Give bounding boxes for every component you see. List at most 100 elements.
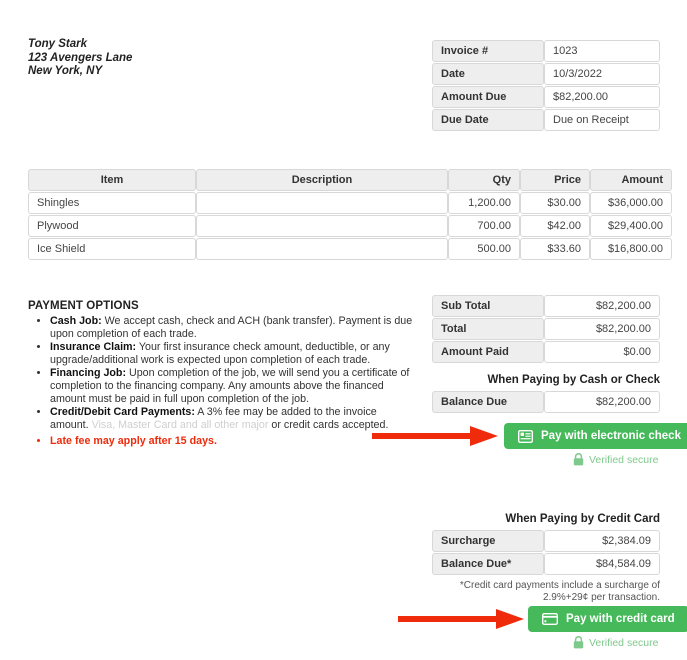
cell-description: [196, 238, 448, 260]
list-item: Credit/Debit Card Payments: A 3% fee may…: [50, 406, 413, 431]
verified-secure-echeck: Verified secure: [573, 453, 658, 466]
column-header-amount: Amount: [590, 169, 672, 191]
payment-options-list: Cash Job: We accept cash, check and ACH …: [28, 315, 413, 448]
invoice-date-value: 10/3/2022: [544, 63, 660, 85]
bill-to-block: Tony Stark 123 Avengers Lane New York, N…: [28, 38, 132, 79]
credit-card-heading: When Paying by Credit Card: [505, 513, 660, 525]
table-row: Ice Shield 500.00 $33.60 $16,800.00: [28, 238, 672, 260]
pay-with-credit-card-label: Pay with credit card: [566, 613, 675, 625]
balance-due-value: $82,200.00: [544, 391, 660, 413]
card-balance-due-label: Balance Due*: [432, 553, 544, 575]
cell-item: Plywood: [28, 215, 196, 237]
table-row: Due Date Due on Receipt: [432, 109, 660, 131]
invoice-number-value: 1023: [544, 40, 660, 62]
totals-table: Sub Total $82,200.00 Total $82,200.00 Am…: [432, 294, 660, 364]
invoice-meta-block: Invoice # 1023 Date 10/3/2022 Amount Due…: [432, 39, 660, 132]
credit-card-icon: [542, 613, 558, 625]
cell-price: $30.00: [520, 192, 590, 214]
cell-price: $33.60: [520, 238, 590, 260]
column-header-description: Description: [196, 169, 448, 191]
verified-secure-label-echeck: Verified secure: [589, 453, 659, 466]
lock-icon: [573, 636, 584, 649]
column-header-item: Item: [28, 169, 196, 191]
arrow-right-annotation-card: [398, 609, 524, 629]
cell-price: $42.00: [520, 215, 590, 237]
table-row: Shingles 1,200.00 $30.00 $36,000.00: [28, 192, 672, 214]
table-row: Plywood 700.00 $42.00 $29,400.00: [28, 215, 672, 237]
list-item-late-fee: Late fee may apply after 15 days.: [50, 435, 413, 448]
cell-qty: 700.00: [448, 215, 520, 237]
bullet-term-financing-job: Financing Job:: [50, 367, 126, 380]
cash-or-check-heading: When Paying by Cash or Check: [487, 374, 660, 386]
verified-secure-card: Verified secure: [573, 636, 658, 649]
amount-paid-value: $0.00: [544, 341, 660, 363]
bullet-text-credit-debit-card-tail: or credit cards accepted.: [268, 418, 389, 431]
cell-item: Ice Shield: [28, 238, 196, 260]
credit-card-section: When Paying by Credit Card Surcharge $2,…: [432, 513, 660, 604]
bullet-text-cash-job: We accept cash, check and ACH (bank tran…: [50, 315, 413, 340]
amount-due-value: $82,200.00: [544, 86, 660, 108]
payment-options-heading: PAYMENT OPTIONS: [28, 300, 139, 312]
bill-to-name: Tony Stark: [28, 38, 88, 50]
invoice-date-label: Date: [432, 63, 544, 85]
table-row: Balance Due* $84,584.09: [432, 553, 660, 575]
sub-total-label: Sub Total: [432, 295, 544, 317]
list-item: Financing Job: Upon completion of the jo…: [50, 367, 413, 405]
cell-description: [196, 215, 448, 237]
bullet-text-credit-debit-card-faded: Visa, Master Card and all other major: [91, 418, 269, 431]
bullet-term-insurance-claim: Insurance Claim:: [50, 341, 137, 354]
due-date-label: Due Date: [432, 109, 544, 131]
bullet-term-cash-job: Cash Job:: [50, 315, 102, 327]
amount-paid-label: Amount Paid: [432, 341, 544, 363]
card-balance-due-value: $84,584.09: [544, 553, 660, 575]
column-header-price: Price: [520, 169, 590, 191]
arrow-right-annotation-echeck: [372, 426, 498, 446]
table-row: Balance Due $82,200.00: [432, 391, 660, 413]
cell-amount: $16,800.00: [590, 238, 672, 260]
electronic-check-icon: [518, 429, 533, 443]
cell-amount: $36,000.00: [590, 192, 672, 214]
surcharge-value: $2,384.09: [544, 530, 660, 552]
balance-due-label: Balance Due: [432, 391, 544, 413]
cell-amount: $29,400.00: [590, 215, 672, 237]
table-row: Surcharge $2,384.09: [432, 530, 660, 552]
verified-secure-label-card: Verified secure: [589, 636, 659, 649]
cell-qty: 500.00: [448, 238, 520, 260]
cell-item: Shingles: [28, 192, 196, 214]
pay-with-electronic-check-button[interactable]: Pay with electronic check: [504, 423, 687, 449]
line-items-table: Item Description Qty Price Amount Shingl…: [28, 168, 672, 261]
list-item: Cash Job: We accept cash, check and ACH …: [50, 315, 413, 340]
table-row: Total $82,200.00: [432, 318, 660, 340]
totals-block: Sub Total $82,200.00 Total $82,200.00 Am…: [432, 294, 660, 364]
amount-due-label: Amount Due: [432, 86, 544, 108]
cell-description: [196, 192, 448, 214]
list-item: Insurance Claim: Your first insurance ch…: [50, 341, 413, 366]
due-date-value: Due on Receipt: [544, 109, 660, 131]
table-row: Sub Total $82,200.00: [432, 295, 660, 317]
table-row: Invoice # 1023: [432, 40, 660, 62]
payment-options-block: PAYMENT OPTIONS Cash Job: We accept cash…: [28, 300, 413, 449]
pay-with-credit-card-button[interactable]: Pay with credit card: [528, 606, 687, 632]
total-label: Total: [432, 318, 544, 340]
table-header-row: Item Description Qty Price Amount: [28, 169, 672, 191]
surcharge-label: Surcharge: [432, 530, 544, 552]
credit-card-footnote-line-2: 2.9%+29¢ per transaction.: [542, 592, 660, 603]
bill-to-address-line-2: New York, NY: [28, 65, 103, 77]
cash-or-check-section: When Paying by Cash or Check Balance Due…: [432, 374, 660, 414]
credit-card-totals-table: Surcharge $2,384.09 Balance Due* $84,584…: [432, 529, 660, 576]
column-header-qty: Qty: [448, 169, 520, 191]
line-items-block: Item Description Qty Price Amount Shingl…: [28, 168, 672, 261]
cell-qty: 1,200.00: [448, 192, 520, 214]
lock-icon: [573, 453, 584, 466]
credit-card-footnote: *Credit card payments include a surcharg…: [432, 580, 660, 604]
table-row: Date 10/3/2022: [432, 63, 660, 85]
sub-total-value: $82,200.00: [544, 295, 660, 317]
bill-to-address-line-1: 123 Avengers Lane: [28, 51, 133, 64]
table-row: Amount Paid $0.00: [432, 341, 660, 363]
invoice-meta-table: Invoice # 1023 Date 10/3/2022 Amount Due…: [432, 39, 660, 132]
pay-with-electronic-check-label: Pay with electronic check: [541, 430, 681, 442]
credit-card-footnote-line-1: *Credit card payments include a surcharg…: [459, 580, 660, 591]
cash-balance-table: Balance Due $82,200.00: [432, 390, 660, 414]
invoice-number-label: Invoice #: [432, 40, 544, 62]
total-value: $82,200.00: [544, 318, 660, 340]
